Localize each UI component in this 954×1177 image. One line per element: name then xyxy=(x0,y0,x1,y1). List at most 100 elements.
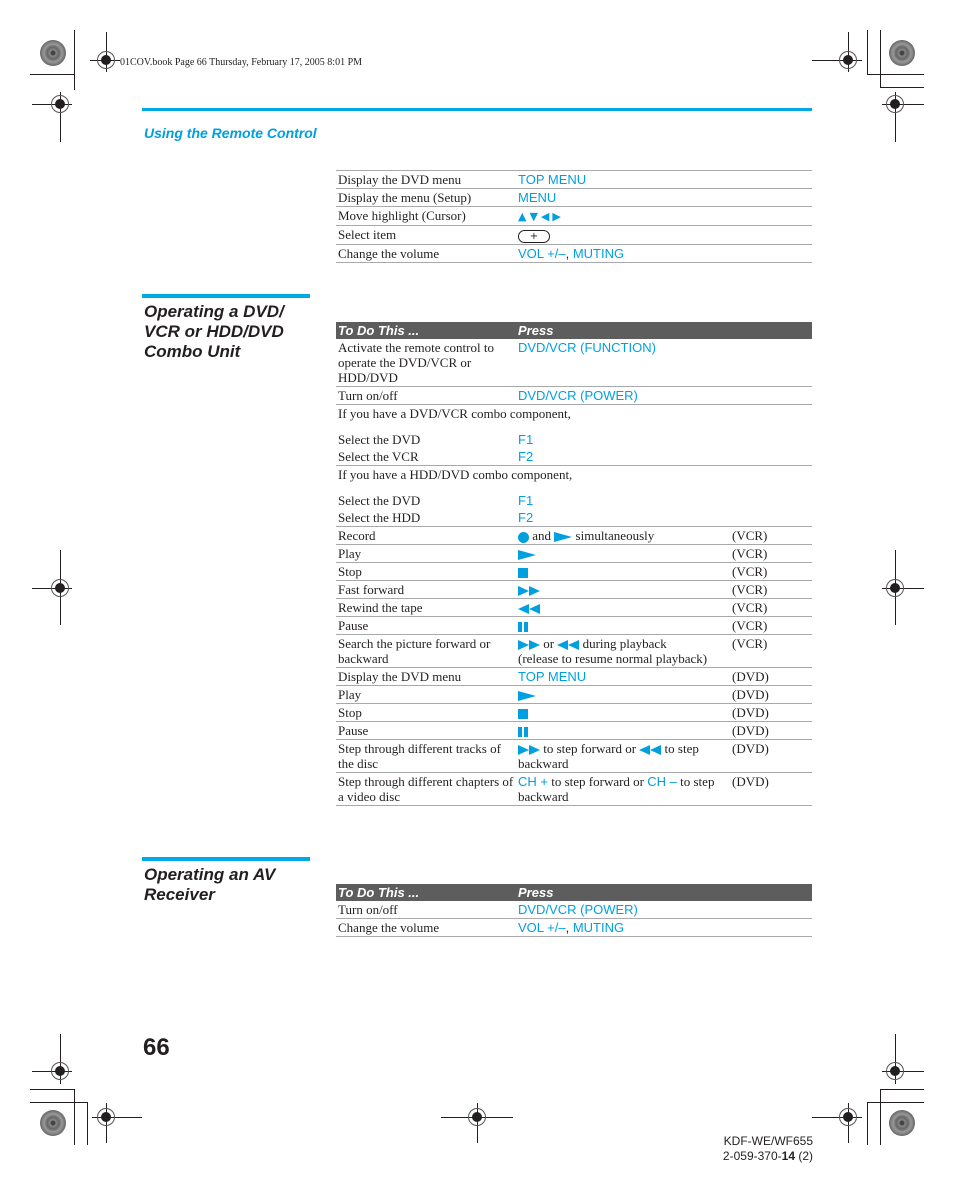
rewind-icon xyxy=(518,604,540,615)
press-muting: MUTING xyxy=(572,245,625,261)
table-row: Rewind the tape (VCR) xyxy=(336,598,812,617)
color-rosette-icon xyxy=(40,1110,66,1136)
color-rosette-icon xyxy=(40,40,66,66)
registration-mark-icon xyxy=(97,1108,115,1126)
play-icon xyxy=(518,550,536,561)
section-header: Using the Remote Control xyxy=(144,125,317,141)
print-slug: 01COV.book Page 66 Thursday, February 17… xyxy=(120,57,363,68)
av-receiver-table: To Do This ... Press Turn on/off DVD/VCR… xyxy=(336,884,812,937)
table-row: Select the DVD F1 xyxy=(338,432,534,447)
action-cell: Select item xyxy=(336,225,516,245)
registration-mark-icon xyxy=(886,95,904,113)
crop-line xyxy=(30,1089,75,1090)
section-title-av-receiver: Operating an AV Receiver xyxy=(144,865,276,904)
header-col2: Press xyxy=(516,884,812,901)
registration-mark-icon xyxy=(51,95,69,113)
table-row: Turn on/off DVD/VCR (POWER) xyxy=(336,901,812,919)
dvd-vcr-table: To Do This ... Press Activate the remote… xyxy=(336,322,812,806)
crop-line xyxy=(880,1089,924,1090)
fast-forward-icon xyxy=(518,586,540,597)
stop-icon xyxy=(518,709,528,720)
crop-line xyxy=(880,87,924,88)
table-row: Display the menu (Setup) MENU xyxy=(336,188,812,207)
header-rule xyxy=(142,108,812,111)
header-col2: Press xyxy=(516,322,812,339)
registration-mark-icon xyxy=(839,1108,857,1126)
color-rosette-icon xyxy=(889,1110,915,1136)
table-row: Step through different chapters of a vid… xyxy=(336,772,812,806)
crop-line xyxy=(30,1102,87,1103)
table-row: Search the picture forward or backward o… xyxy=(336,634,812,668)
crop-line xyxy=(867,30,868,75)
crop-line xyxy=(880,30,881,88)
action-cell: Display the DVD menu xyxy=(336,170,516,189)
part-number: 2-059-370-14 (2) xyxy=(722,1149,813,1163)
fast-forward-icon xyxy=(518,640,540,651)
crop-line xyxy=(867,1102,868,1145)
table-row: Stop (DVD) xyxy=(336,703,812,722)
crop-line xyxy=(30,74,75,75)
color-rosette-icon xyxy=(889,40,915,66)
pause-icon xyxy=(518,727,528,738)
table-row: Move highlight (Cursor) ▲▼◀▶ xyxy=(336,206,812,226)
crop-line xyxy=(74,1089,75,1145)
table-row: Select the HDD F2 xyxy=(336,509,812,527)
registration-mark-icon xyxy=(51,1062,69,1080)
action-cell: Change the volume xyxy=(336,244,516,263)
table-row: Fast forward (VCR) xyxy=(336,580,812,599)
crop-line xyxy=(880,1089,881,1145)
rewind-icon xyxy=(639,745,662,756)
table-row: Record and simultaneously (VCR) xyxy=(336,526,812,545)
table-row: Select the DVD F1 xyxy=(338,493,534,508)
registration-mark-icon xyxy=(468,1108,486,1126)
header-col1: To Do This ... xyxy=(336,322,516,339)
section-rule xyxy=(142,857,310,861)
page-number: 66 xyxy=(143,1034,170,1061)
arrow-keys-icon: ▲▼◀▶ xyxy=(518,210,564,223)
section-title-dvd-vcr: Operating a DVD/ VCR or HDD/DVD Combo Un… xyxy=(144,302,284,361)
registration-mark-icon xyxy=(886,1062,904,1080)
registration-mark-icon xyxy=(97,51,115,69)
action-cell: Move highlight (Cursor) xyxy=(336,206,516,226)
table-row: Stop (VCR) xyxy=(336,562,812,581)
table-note: If you have a HDD/DVD combo component, xyxy=(338,467,573,482)
registration-mark-icon xyxy=(51,579,69,597)
table-row: Play (VCR) xyxy=(336,544,812,563)
table-header: To Do This ... Press xyxy=(336,884,812,901)
enter-button-icon: + xyxy=(518,229,550,243)
action-cell: Display the menu (Setup) xyxy=(336,188,516,207)
stop-icon xyxy=(518,568,528,579)
table-row: Select the VCR F2 xyxy=(336,448,812,466)
registration-mark-icon xyxy=(839,51,857,69)
crop-line xyxy=(87,1102,88,1145)
crop-line xyxy=(867,74,924,75)
table-row: Turn on/off DVD/VCR (POWER) xyxy=(336,386,812,405)
crop-line xyxy=(867,1102,924,1103)
play-icon xyxy=(518,691,536,702)
table-row: Pause (DVD) xyxy=(336,721,812,740)
table-note: If you have a DVD/VCR combo component, xyxy=(338,406,571,421)
record-icon xyxy=(518,531,529,543)
rewind-icon xyxy=(557,640,580,651)
section-rule xyxy=(142,294,310,298)
pause-icon xyxy=(518,622,528,633)
table-row: Display the DVD menu TOP MENU (DVD) xyxy=(336,667,812,686)
table-header: To Do This ... Press xyxy=(336,322,812,339)
registration-mark-icon xyxy=(886,579,904,597)
table-row: Play (DVD) xyxy=(336,685,812,704)
model-number: KDF-WE/WF655 xyxy=(723,1134,813,1148)
fast-forward-icon xyxy=(518,745,540,756)
press-cell: TOP MENU xyxy=(516,170,812,189)
remote-functions-table: Display the DVD menu TOP MENU Display th… xyxy=(336,170,812,263)
table-row: Activate the remote control to operate t… xyxy=(336,339,812,387)
press-cell: MENU xyxy=(516,188,812,207)
table-row: Select item + xyxy=(336,225,812,245)
table-row: Pause (VCR) xyxy=(336,616,812,635)
header-col1: To Do This ... xyxy=(336,884,516,901)
play-icon xyxy=(554,532,573,543)
table-row: Display the DVD menu TOP MENU xyxy=(336,170,812,189)
press-vol: VOL +/– xyxy=(518,245,566,261)
table-row: Change the volume VOL +/–, MUTING xyxy=(336,244,812,263)
model-info: KDF-WE/WF655 2-059-370-14 (2) xyxy=(720,1134,813,1164)
table-row: Change the volume VOL +/–, MUTING xyxy=(336,918,812,937)
